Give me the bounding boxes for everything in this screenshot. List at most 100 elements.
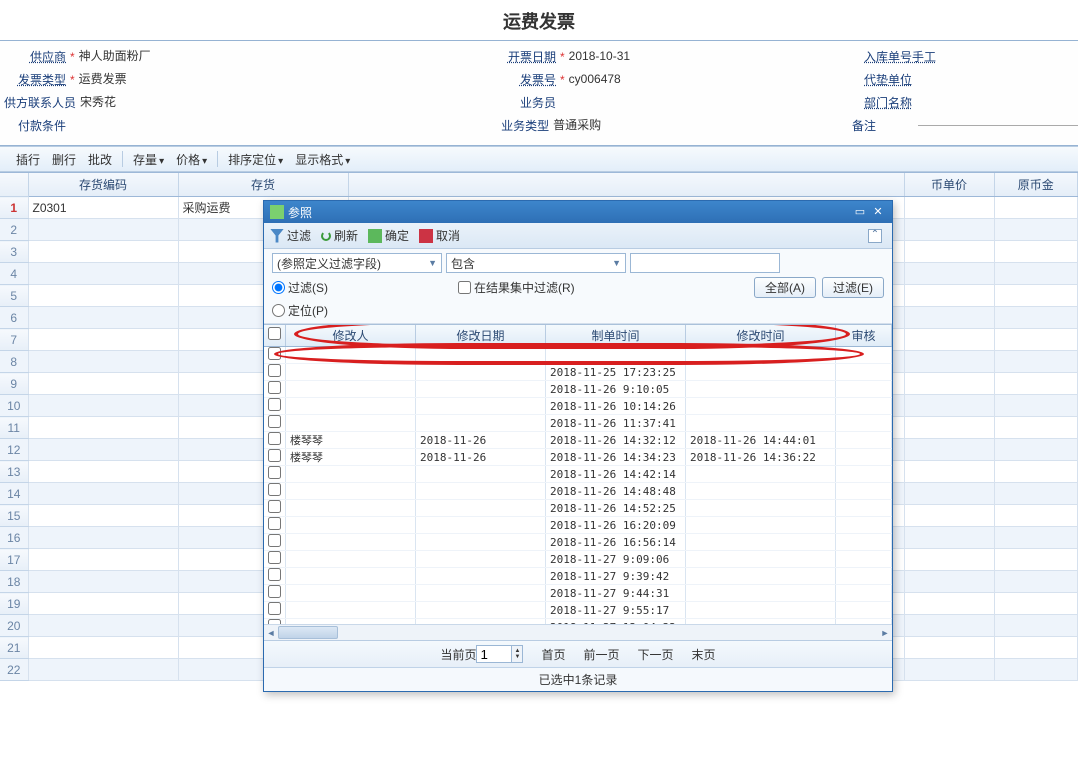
table-row[interactable]: 2018-11-25 17:23:25 — [264, 364, 892, 381]
cell[interactable] — [994, 197, 1078, 219]
cell[interactable] — [904, 439, 994, 461]
cell[interactable] — [836, 500, 892, 517]
row-checkbox[interactable] — [268, 398, 281, 411]
cell[interactable] — [836, 398, 892, 415]
cell[interactable]: 2018-11-26 14:52:25 — [546, 500, 686, 517]
row-checkbox-cell[interactable] — [264, 602, 286, 619]
table-row[interactable]: 2018-11-26 11:37:41 — [264, 415, 892, 432]
pager-prev[interactable]: 前一页 — [583, 646, 619, 663]
cell[interactable]: 2018-11-27 9:09:06 — [546, 551, 686, 568]
cell[interactable] — [904, 417, 994, 439]
cell[interactable] — [28, 461, 178, 483]
row-checkbox-cell[interactable] — [264, 432, 286, 449]
col-unit-price[interactable]: 币单价 — [904, 173, 994, 197]
cell[interactable]: 2018-11-26 9:10:05 — [546, 381, 686, 398]
cell[interactable] — [286, 347, 416, 364]
row-checkbox-cell[interactable] — [264, 500, 286, 517]
check-all[interactable] — [268, 327, 281, 340]
cell[interactable]: Z0301 — [28, 197, 178, 219]
cell[interactable] — [904, 285, 994, 307]
cell[interactable] — [836, 415, 892, 432]
cell[interactable] — [28, 219, 178, 241]
horizontal-scrollbar[interactable]: ◄ ► — [264, 624, 892, 640]
cell[interactable] — [28, 395, 178, 417]
row-number[interactable]: 9 — [0, 373, 28, 395]
row-checkbox[interactable] — [268, 585, 281, 598]
cell[interactable] — [994, 483, 1078, 505]
table-row[interactable]: 楼琴琴2018-11-262018-11-26 14:32:122018-11-… — [264, 432, 892, 449]
row-checkbox-cell[interactable] — [264, 517, 286, 534]
row-checkbox[interactable] — [268, 534, 281, 547]
cell[interactable]: 楼琴琴 — [286, 432, 416, 449]
cell[interactable] — [836, 381, 892, 398]
cell[interactable] — [994, 307, 1078, 329]
cell[interactable] — [836, 347, 892, 364]
cell[interactable]: 楼琴琴 — [286, 449, 416, 466]
pager-spinner[interactable]: ▲▼ — [511, 645, 523, 663]
cell[interactable] — [994, 395, 1078, 417]
filter-button[interactable]: 过滤 — [270, 227, 311, 244]
cell[interactable]: 2018-11-26 14:44:01 — [686, 432, 836, 449]
cell[interactable] — [994, 439, 1078, 461]
row-checkbox[interactable] — [268, 466, 281, 479]
cell[interactable] — [904, 483, 994, 505]
ref-field-combo[interactable]: (参照定义过滤字段) ▼ — [272, 253, 442, 273]
cell[interactable] — [416, 534, 546, 551]
cell[interactable] — [416, 602, 546, 619]
invoice-type-value[interactable]: 运费发票 — [79, 68, 219, 91]
cell[interactable]: 2018-11-26 14:48:48 — [546, 483, 686, 500]
invoice-date-value[interactable]: 2018-10-31 — [569, 45, 709, 68]
row-checkbox-cell[interactable] — [264, 449, 286, 466]
cell[interactable] — [904, 241, 994, 263]
cancel-button[interactable]: 取消 — [419, 227, 460, 244]
cell[interactable] — [836, 517, 892, 534]
table-row[interactable]: 2018-11-26 9:10:05 — [264, 381, 892, 398]
cell[interactable] — [836, 466, 892, 483]
invoice-no-value[interactable]: cy006478 — [569, 68, 709, 91]
cell[interactable]: 2018-11-25 17:23:25 — [546, 364, 686, 381]
cell[interactable] — [994, 571, 1078, 593]
cell[interactable] — [286, 415, 416, 432]
row-number[interactable]: 14 — [0, 483, 28, 505]
table-row[interactable]: 2018-11-27 9:09:06 — [264, 551, 892, 568]
cell[interactable]: 2018-11-27 9:39:42 — [546, 568, 686, 585]
table-row[interactable]: 2018-11-26 16:20:09 — [264, 517, 892, 534]
cell[interactable] — [286, 602, 416, 619]
operator-combo[interactable]: 包含 ▼ — [446, 253, 626, 273]
cell[interactable]: 2018-11-26 — [416, 432, 546, 449]
cell[interactable] — [994, 219, 1078, 241]
row-number[interactable]: 4 — [0, 263, 28, 285]
table-row[interactable] — [264, 347, 892, 364]
cell[interactable] — [416, 500, 546, 517]
pay-cond-value[interactable] — [70, 125, 210, 126]
cell[interactable] — [686, 551, 836, 568]
do-filter-button[interactable]: 过滤(E) — [822, 277, 884, 298]
cell[interactable] — [686, 381, 836, 398]
cell[interactable] — [904, 571, 994, 593]
row-number[interactable]: 1 — [0, 197, 28, 219]
cell[interactable] — [28, 527, 178, 549]
cell[interactable] — [836, 602, 892, 619]
cell[interactable]: 2018-11-27 9:44:31 — [546, 585, 686, 602]
cell[interactable] — [994, 659, 1078, 681]
row-number[interactable]: 2 — [0, 219, 28, 241]
cell[interactable] — [686, 517, 836, 534]
format-button[interactable]: 显示格式▾ — [289, 151, 356, 168]
price-button[interactable]: 价格▾ — [170, 151, 213, 168]
cell[interactable] — [28, 329, 178, 351]
dialog-title-bar[interactable]: 参照 ▭ ✕ — [264, 201, 892, 223]
cell[interactable] — [836, 364, 892, 381]
cell[interactable]: 2018-11-26 16:20:09 — [546, 517, 686, 534]
cell[interactable] — [994, 461, 1078, 483]
radio-locate[interactable]: 定位(P) — [272, 302, 328, 319]
chk-in-result[interactable]: 在结果集中过滤(R) — [458, 279, 575, 296]
cell[interactable] — [416, 466, 546, 483]
row-checkbox[interactable] — [268, 381, 281, 394]
table-row[interactable]: 2018-11-26 16:56:14 — [264, 534, 892, 551]
biz-type-value[interactable]: 普通采购 — [553, 114, 693, 137]
cell[interactable] — [416, 568, 546, 585]
cell[interactable] — [286, 551, 416, 568]
table-row[interactable]: 2018-11-26 14:52:25 — [264, 500, 892, 517]
cell[interactable] — [686, 602, 836, 619]
cell[interactable] — [28, 241, 178, 263]
